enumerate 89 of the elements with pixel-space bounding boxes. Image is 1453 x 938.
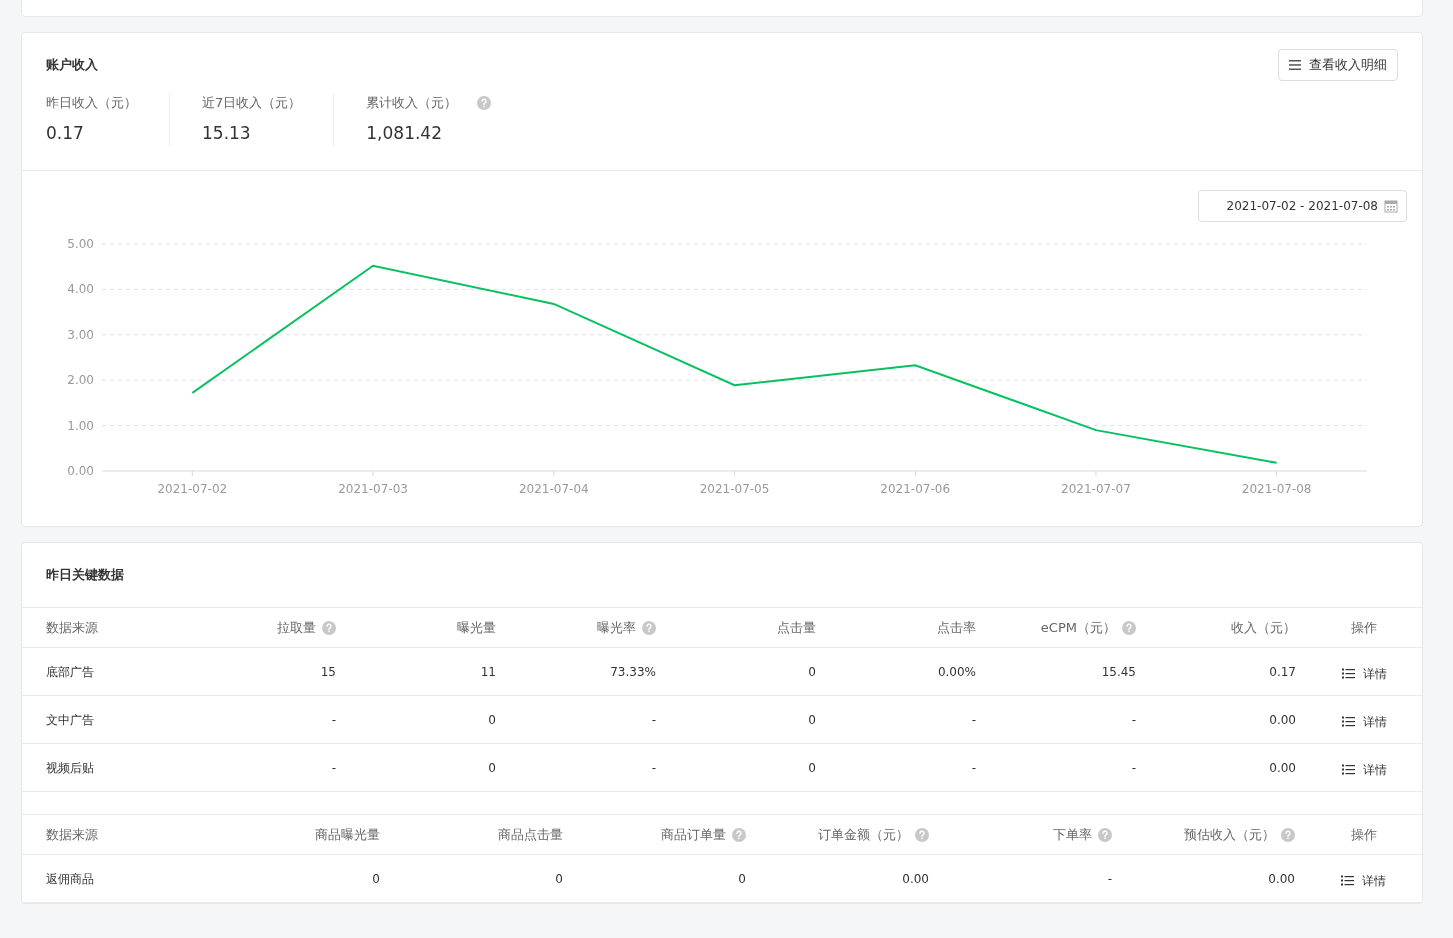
table-cell-text: 0 <box>738 870 746 888</box>
table-cell-text: 0.00 <box>1269 759 1296 777</box>
table-cell-text: 0 <box>488 759 496 777</box>
date-range-picker[interactable]: 2021-07-02 - 2021-07-08 <box>1197 190 1407 222</box>
table-cell-text: - <box>1107 870 1112 888</box>
menu-icon <box>1289 60 1301 70</box>
table-cell-text: 0.00 <box>1269 711 1296 729</box>
table-cell-text: 0 <box>555 870 563 888</box>
table-cell-text: - <box>971 711 976 729</box>
stat-label: 累计收入（元） <box>366 94 458 112</box>
column-header: 商品曝光量 <box>315 825 380 844</box>
table-cell-text: - <box>971 759 976 777</box>
table-cell-text: 15.45 <box>1101 663 1136 681</box>
table-cell-text: 0.17 <box>1269 663 1296 681</box>
column-header: 商品订单量 <box>661 825 726 844</box>
column-header: 数据来源 <box>46 825 98 844</box>
stat-label: 近7日收入（元） <box>202 94 302 112</box>
column-header: 曝光率 <box>597 618 636 637</box>
table-cell: 返佣商品 <box>46 871 94 886</box>
x-tick-label: 2021-07-07 <box>1061 482 1131 496</box>
table-cell-text: 0.00% <box>937 663 976 681</box>
column-header: 操作 <box>1351 618 1377 637</box>
card-title: 昨日关键数据 <box>45 566 125 585</box>
stat-value: 0.17 <box>46 121 85 145</box>
help-icon[interactable] <box>732 827 746 842</box>
column-header: 商品点击量 <box>498 825 563 844</box>
x-tick-label: 2021-07-03 <box>338 482 408 496</box>
table-cell-text: 0 <box>808 711 816 729</box>
detail-link[interactable]: 详情 <box>1341 712 1387 731</box>
x-tick-label: 2021-07-04 <box>518 482 589 496</box>
column-header: 下单率 <box>1053 825 1092 844</box>
list-icon <box>1341 716 1355 727</box>
table-cell-text: - <box>651 759 656 777</box>
column-header: eCPM（元） <box>1040 618 1116 637</box>
column-header: 操作 <box>1350 825 1377 844</box>
column-header: 数据来源 <box>46 618 98 637</box>
y-tick-label: 4.00 <box>67 282 94 297</box>
help-icon[interactable] <box>1122 620 1136 635</box>
column-header: 拉取量 <box>277 618 316 637</box>
table-cell-text: - <box>1131 711 1136 729</box>
table-cell: 文中广告 <box>46 712 94 727</box>
y-tick-label: 2.00 <box>67 373 94 388</box>
help-icon[interactable] <box>1098 827 1112 842</box>
x-tick-label: 2021-07-02 <box>157 482 228 496</box>
stat-value: 1,081.42 <box>366 121 443 145</box>
help-icon[interactable] <box>915 827 929 842</box>
detail-link[interactable]: 详情 <box>1341 871 1386 890</box>
column-header: 收入（元） <box>1231 618 1296 637</box>
help-icon[interactable] <box>1281 827 1295 842</box>
list-icon <box>1341 668 1355 679</box>
table-cell-text: 0 <box>808 759 816 777</box>
list-icon <box>1341 764 1355 775</box>
table-cell-text: 73.33% <box>610 663 656 681</box>
column-header: 点击率 <box>937 618 976 637</box>
column-header: 订单金额（元） <box>818 825 909 844</box>
table-cell-text: - <box>331 711 336 729</box>
help-icon[interactable] <box>642 620 656 635</box>
income-detail-button[interactable]: 查看收入明细 <box>1278 49 1398 81</box>
table-cell-text: - <box>331 759 336 777</box>
y-tick-label: 5.00 <box>67 237 94 251</box>
table-cell: 视频后贴 <box>46 760 94 775</box>
detail-link[interactable]: 详情 <box>1341 760 1387 779</box>
table-cell-text: 11 <box>480 663 496 681</box>
x-tick-label: 2021-07-06 <box>880 482 951 496</box>
y-tick-label: 3.00 <box>67 327 94 342</box>
stat-label: 昨日收入（元） <box>46 94 137 112</box>
calendar-icon <box>1384 199 1398 213</box>
table-cell-text: 0 <box>488 711 496 729</box>
table-cell: 底部广告 <box>46 664 94 679</box>
table-cell-text: 0 <box>808 663 816 681</box>
stat-value: 15.13 <box>202 121 252 145</box>
card-title: 账户收入 <box>46 56 98 75</box>
table-cell-text: 0.00 <box>902 870 929 888</box>
help-icon[interactable] <box>477 95 492 110</box>
column-header: 点击量 <box>777 618 816 637</box>
help-icon[interactable] <box>322 620 336 635</box>
table-cell-text: 0 <box>372 870 380 888</box>
y-tick-label: 1.00 <box>67 418 94 433</box>
column-header: 曝光量 <box>457 618 496 637</box>
list-icon <box>1341 875 1354 886</box>
x-tick-label: 2021-07-05 <box>699 482 770 496</box>
x-tick-label: 2021-07-08 <box>1241 482 1312 496</box>
column-header: 预估收入（元） <box>1184 825 1275 844</box>
table-cell-text: - <box>1131 759 1136 777</box>
y-tick-label: 0.00 <box>67 464 94 478</box>
table-cell-text: - <box>651 711 656 729</box>
detail-link[interactable]: 详情 <box>1341 664 1387 683</box>
table-cell-text: 15 <box>320 663 336 681</box>
table-cell-text: 0.00 <box>1268 870 1295 888</box>
